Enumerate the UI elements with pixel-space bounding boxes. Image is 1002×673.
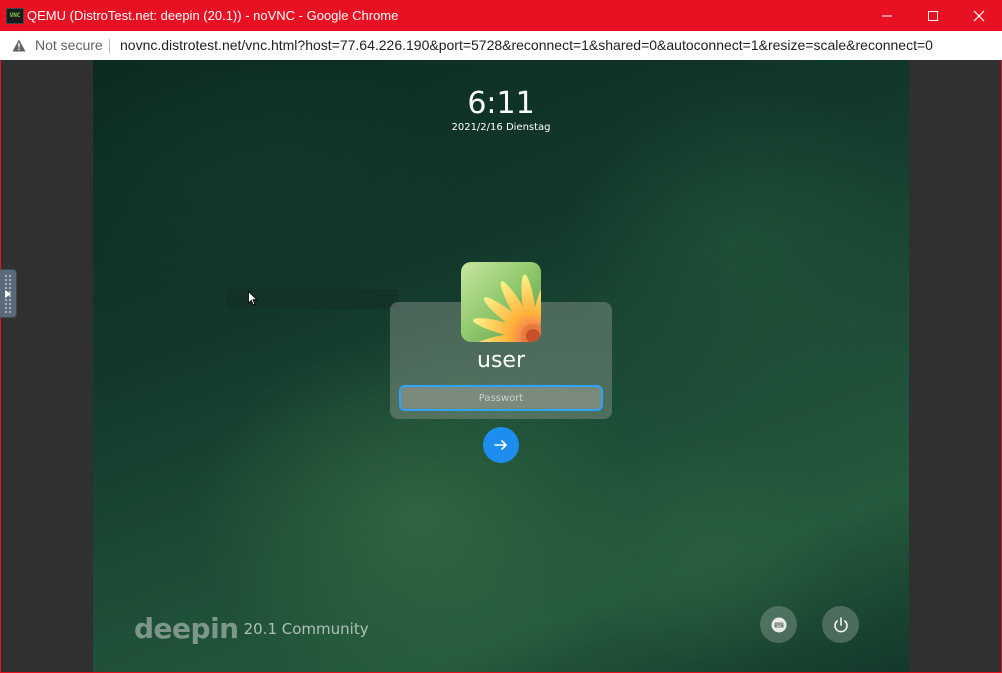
- remote-screen[interactable]: 6:11 2021/2/16 Dienstag user deepin 20.1…: [93, 60, 909, 672]
- edition-label: 20.1 Community: [243, 620, 369, 638]
- address-separator: [109, 39, 110, 53]
- deepin-logo: deepin: [134, 611, 239, 645]
- mouse-cursor-icon: [248, 291, 258, 306]
- minimize-icon: [882, 15, 892, 16]
- address-bar[interactable]: Not secure novnc.distrotest.net/vnc.html…: [0, 31, 1002, 61]
- close-icon: [973, 10, 985, 21]
- vnc-app-icon: VNC: [6, 8, 24, 24]
- keyboard-icon: [771, 617, 786, 632]
- url-text[interactable]: novnc.distrotest.net/vnc.html?host=77.64…: [120, 31, 933, 60]
- close-button[interactable]: [956, 0, 1002, 31]
- arrow-right-icon: [494, 440, 507, 450]
- minimize-button[interactable]: [864, 0, 910, 31]
- lock-clock: 6:11: [467, 86, 535, 121]
- window-title: QEMU (DistroTest.net: deepin (20.1)) - n…: [27, 8, 399, 23]
- window-titlebar: VNC QEMU (DistroTest.net: deepin (20.1))…: [0, 0, 1002, 31]
- login-submit-button[interactable]: [483, 427, 519, 463]
- expand-arrow-icon: [5, 290, 11, 298]
- maximize-icon: [928, 10, 938, 21]
- security-label[interactable]: Not secure: [35, 31, 103, 60]
- power-icon: [833, 616, 848, 632]
- user-avatar[interactable]: [461, 262, 541, 342]
- deepin-branding: deepin 20.1 Community: [134, 608, 369, 648]
- novnc-control-handle[interactable]: [0, 269, 17, 318]
- flower-avatar: [461, 262, 541, 342]
- power-button[interactable]: [822, 606, 859, 643]
- password-field[interactable]: [399, 385, 603, 411]
- maximize-button[interactable]: [910, 0, 956, 31]
- keyboard-layout-button[interactable]: [760, 606, 797, 643]
- warning-icon[interactable]: [12, 39, 26, 52]
- lock-date: 2021/2/16 Dienstag: [451, 122, 551, 133]
- username-label: user: [477, 348, 525, 373]
